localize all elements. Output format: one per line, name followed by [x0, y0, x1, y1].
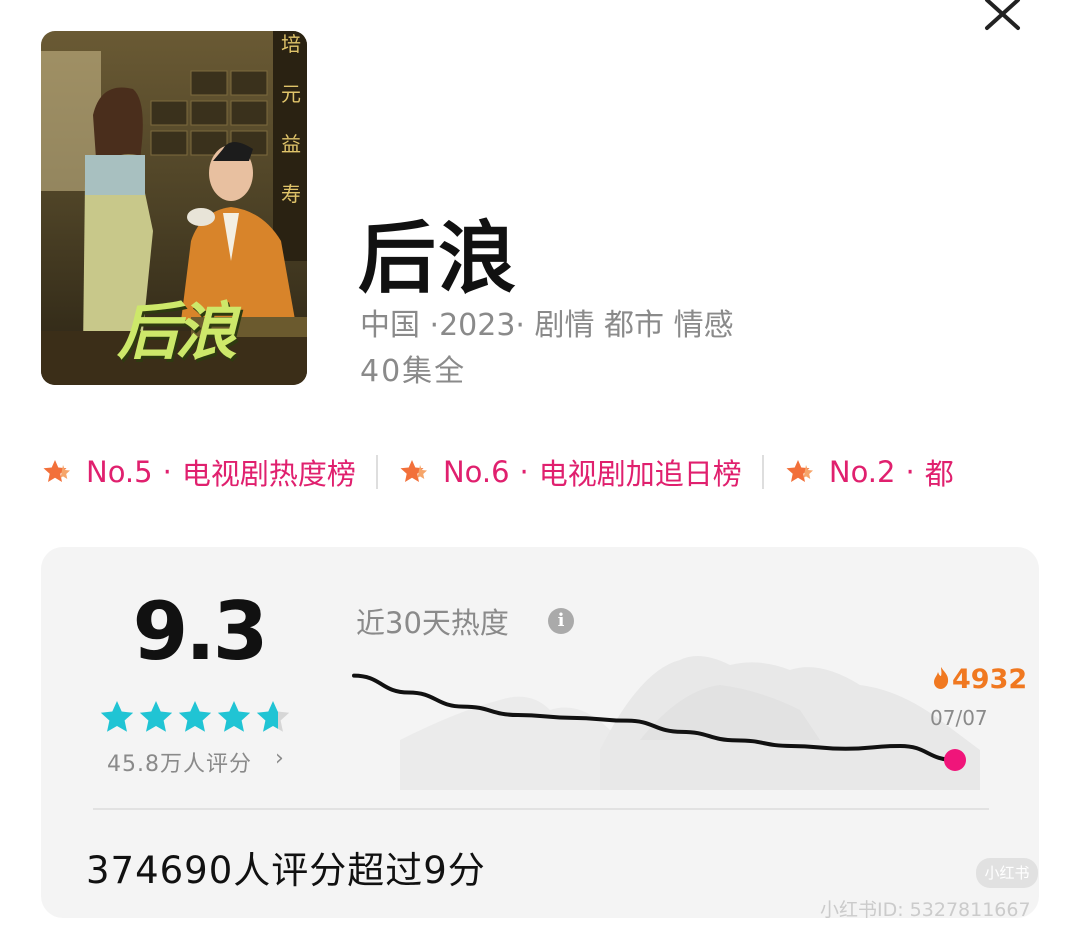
heat-last-point — [944, 749, 966, 771]
close-button[interactable] — [980, 0, 1030, 34]
heat-date: 07/07 — [930, 706, 988, 730]
rank-star-icon — [400, 460, 427, 482]
poster-title-art: 后浪 — [117, 295, 237, 368]
rank-star-icon — [43, 460, 70, 482]
ranking-dot: · — [519, 455, 529, 489]
svg-text:寿: 寿 — [281, 182, 301, 206]
chevron-right-icon[interactable]: › — [275, 746, 284, 771]
heat-value: 4932 — [932, 664, 1027, 695]
card-divider — [93, 808, 989, 810]
ranking-divider — [761, 455, 764, 489]
show-meta: 中国 ·2023· 剧情 都市 情感 — [360, 308, 734, 343]
svg-text:培: 培 — [281, 32, 301, 56]
rating-star — [217, 701, 251, 732]
heat-chart — [352, 656, 980, 790]
ranking-item[interactable]: No.2 · 都 — [785, 450, 954, 494]
ranking-item[interactable]: No.6 · 电视剧加追日榜 — [399, 450, 780, 494]
svg-text:益: 益 — [281, 132, 301, 156]
ranking-name: 都 — [924, 457, 954, 491]
svg-text:元: 元 — [281, 82, 301, 106]
ranking-number: No.2 — [828, 455, 896, 489]
rating-star — [178, 701, 212, 732]
heat-value-text: 4932 — [952, 664, 1028, 695]
rating-star — [100, 701, 134, 732]
rating-over-nine: 374690人评分超过9分 — [86, 849, 486, 892]
show-title: 后浪 — [358, 214, 519, 304]
poster-image[interactable]: 培 元 益 寿 后浪 — [41, 31, 307, 385]
episode-count: 40集全 — [360, 354, 467, 389]
rating-star — [256, 701, 290, 732]
rating-count-link[interactable]: 45.8万人评分 — [107, 746, 252, 778]
rating-stars — [100, 701, 290, 732]
watermark-id: 小红书ID: 5327811667 — [820, 899, 1031, 921]
ranking-strip[interactable]: No.5 · 电视剧热度榜 No.6 · 电视剧加追日榜 No.2 · 都 — [42, 450, 1080, 494]
rating-star — [139, 701, 173, 732]
ranking-dot: · — [905, 455, 915, 489]
rating-score: 9.3 — [132, 585, 269, 678]
ranking-name: 电视剧热度榜 — [181, 457, 356, 491]
fire-icon — [934, 667, 949, 689]
ranking-number: No.5 — [86, 455, 153, 489]
chart-mountain-backdrop — [400, 656, 980, 790]
ranking-item[interactable]: No.5 · 电视剧热度榜 — [42, 450, 394, 494]
ranking-dot: · — [162, 455, 172, 489]
watermark-logo: 小红书 — [976, 858, 1038, 888]
rank-star-icon — [786, 460, 813, 482]
ranking-divider — [375, 455, 378, 489]
ranking-number: No.6 — [442, 455, 510, 489]
close-icon — [985, 0, 1020, 30]
ranking-name: 电视剧加追日榜 — [538, 457, 742, 491]
